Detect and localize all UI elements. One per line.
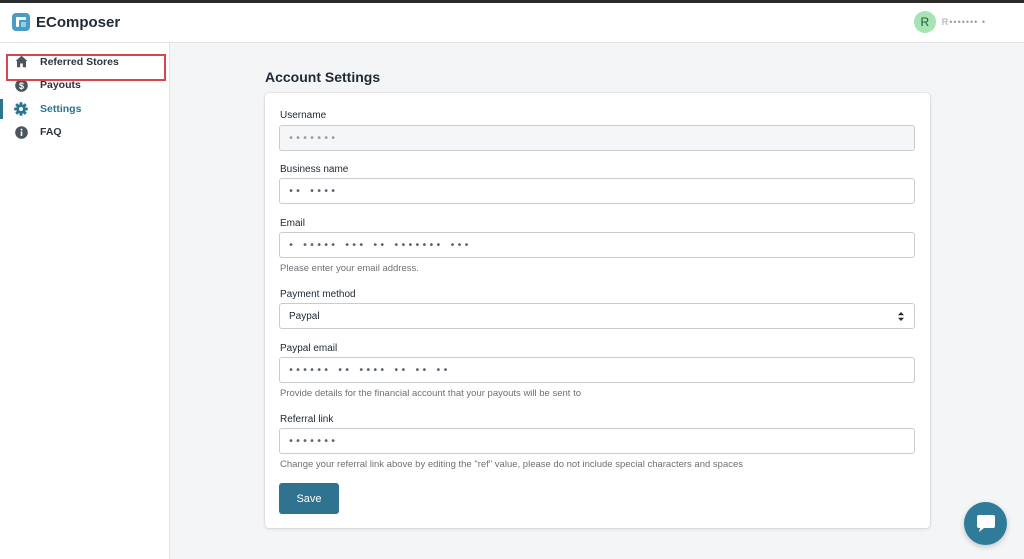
page-title: Account Settings xyxy=(265,69,381,85)
home-icon xyxy=(14,55,28,69)
user-name: R••••••• • xyxy=(941,17,986,27)
chat-button[interactable] xyxy=(964,502,1007,545)
sidebar-item-label: Payouts xyxy=(40,79,81,92)
gear-icon xyxy=(14,101,28,116)
sidebar-item-label: Referred Stores xyxy=(40,55,119,68)
chat-bubble-icon xyxy=(976,514,995,532)
brand[interactable]: EComposer xyxy=(12,13,120,31)
user-menu[interactable]: R R••••••• • xyxy=(913,11,986,33)
save-button[interactable]: Save xyxy=(279,483,339,514)
avatar: R xyxy=(913,11,936,33)
paypal-email-help-text: Provide details for the financial accoun… xyxy=(280,388,582,399)
sidebar-item-payouts[interactable]: $ Payouts xyxy=(0,74,169,98)
sidebar-item-label: Settings xyxy=(40,102,82,115)
select-arrows-icon xyxy=(898,312,904,321)
sidebar-nav: Referred Stores $ Payouts Settings FAQ xyxy=(0,43,169,144)
paypal-email-field[interactable]: •••••• •• •••• •• •• •• xyxy=(279,357,915,383)
dollar-icon: $ xyxy=(14,78,28,92)
referral-link-help-text: Change your referral link above by editi… xyxy=(280,459,744,470)
business-name-label: Business name xyxy=(280,164,349,175)
ecomposer-logo-icon xyxy=(12,13,30,31)
username-label: Username xyxy=(280,110,327,121)
business-name-field[interactable]: •• •••• xyxy=(279,178,915,204)
main-content: Account Settings Username ••••••• Busine… xyxy=(170,43,1024,559)
sidebar: Referred Stores $ Payouts Settings FAQ xyxy=(0,43,170,559)
username-field: ••••••• xyxy=(279,125,915,151)
email-help-text: Please enter your email address. xyxy=(280,263,419,274)
payment-method-value: Paypal xyxy=(289,310,320,322)
sidebar-item-referred-stores[interactable]: Referred Stores xyxy=(0,50,169,74)
account-settings-card: Username ••••••• Business name •• •••• E… xyxy=(265,93,930,528)
svg-text:$: $ xyxy=(18,81,23,91)
email-field[interactable]: • ••••• ••• •• ••••••• ••• xyxy=(279,232,915,258)
payment-method-select[interactable]: Paypal xyxy=(279,303,915,329)
paypal-email-label: Paypal email xyxy=(280,343,338,354)
sidebar-item-label: FAQ xyxy=(40,126,62,139)
referral-link-field[interactable]: ••••••• xyxy=(279,428,915,454)
sidebar-item-settings[interactable]: Settings xyxy=(0,97,169,121)
referral-link-label: Referral link xyxy=(280,414,334,425)
email-label: Email xyxy=(280,218,306,229)
brand-name: EComposer xyxy=(36,13,121,31)
info-icon xyxy=(14,125,28,139)
top-bar: EComposer R R••••••• • xyxy=(0,0,1024,43)
payment-method-label: Payment method xyxy=(280,289,356,300)
sidebar-item-faq[interactable]: FAQ xyxy=(0,121,169,145)
